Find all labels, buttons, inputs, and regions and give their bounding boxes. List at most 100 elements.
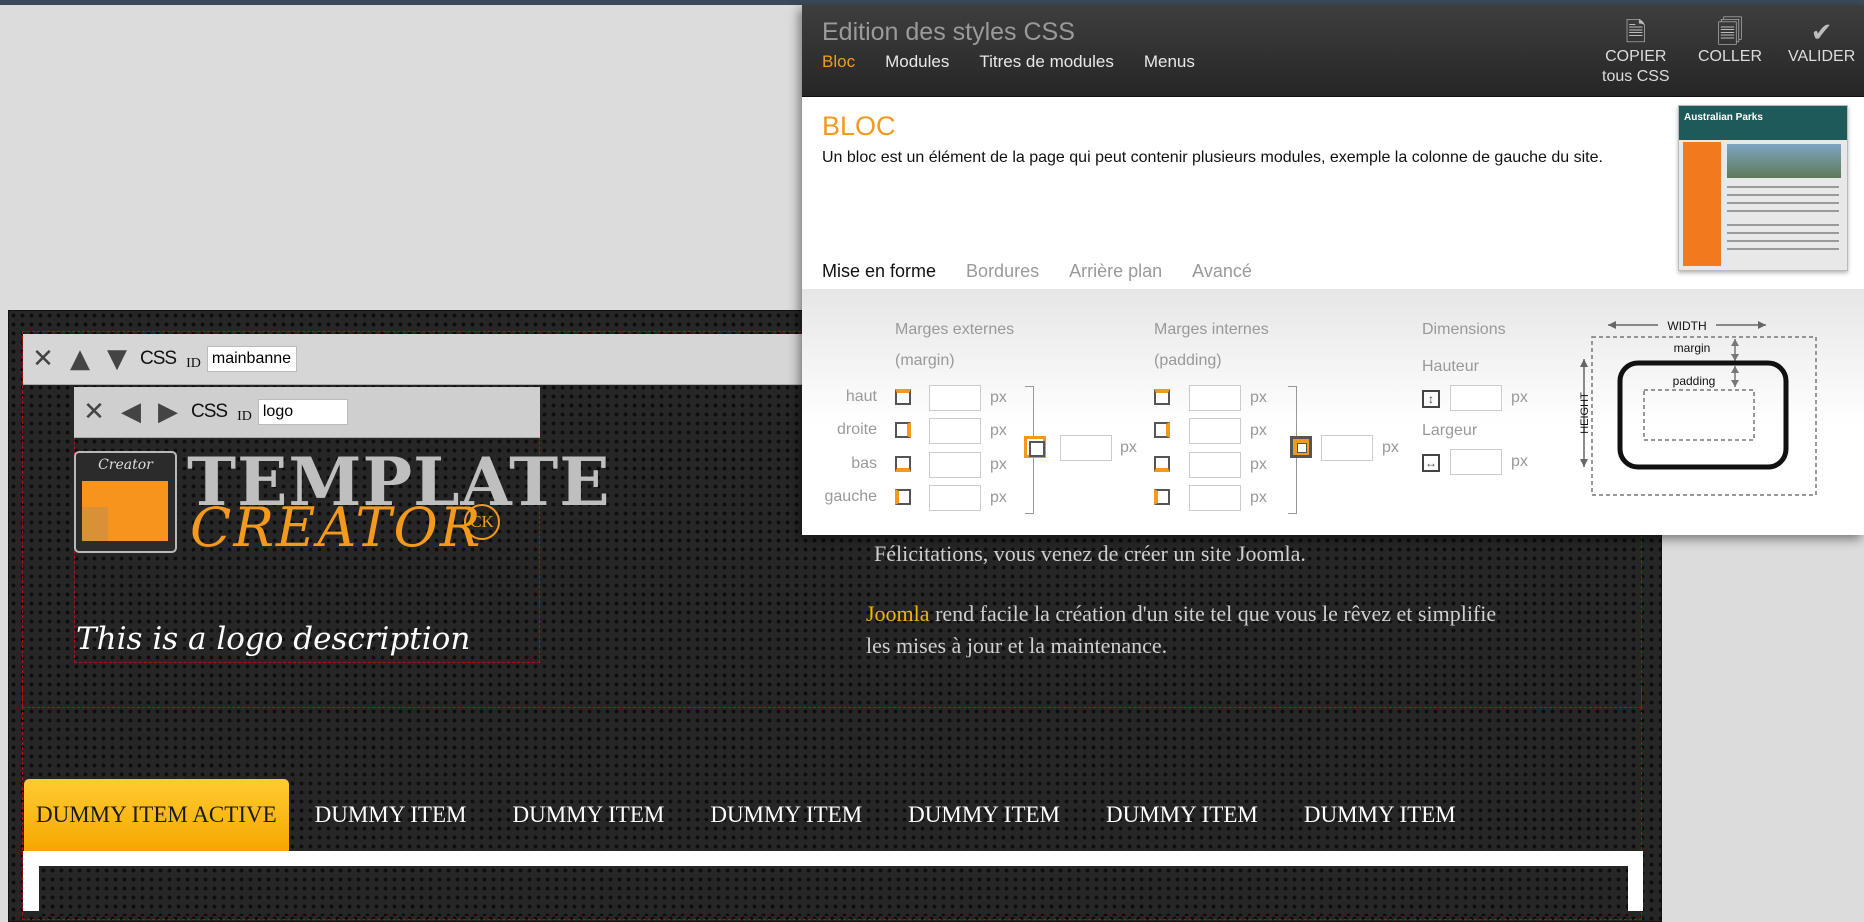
diagram-padding-label: padding [1673,374,1716,388]
diagram-width-label: WIDTH [1667,319,1706,333]
unit-label: px [1511,453,1528,470]
padding-right-input[interactable] [1189,418,1241,444]
unit-label: px [1382,439,1399,456]
delete-icon[interactable]: ✕ [77,391,111,433]
dimensions-title: Dimensions [1422,321,1506,338]
margin-title: Marges externes [895,321,1015,338]
padding-top-input[interactable] [1189,385,1241,411]
subtab-borders[interactable]: Bordures [966,261,1039,282]
margin-bottom-input[interactable] [929,452,981,478]
side-label-right: droite [836,421,877,438]
margin-top-icon [895,389,911,405]
padding-bottom-input[interactable] [1189,452,1241,478]
margin-bottom-icon [895,456,911,472]
menu-item[interactable]: DUMMY ITEM [295,779,487,851]
tab-menus[interactable]: Menus [1144,52,1195,72]
width-input[interactable] [1450,449,1502,475]
padding-title: Marges internes [1154,321,1269,338]
unit-label: px [1511,389,1528,406]
logo-badge-image: Creator [74,451,177,553]
welcome-paragraph: Joomla rend facile la création d'un site… [866,601,1497,658]
css-button[interactable]: CSS [134,348,182,370]
margin-left-icon [895,489,911,505]
style-subtabs: Mise en forme Bordures Arrière plan Avan… [822,261,1282,282]
subtab-layout[interactable]: Mise en forme [822,261,936,282]
padding-subtitle: (padding) [1154,352,1222,369]
padding-top-icon [1154,389,1170,405]
tab-modules[interactable]: Modules [885,52,949,72]
unit-label: px [1250,389,1267,406]
margin-right-input[interactable] [929,418,981,444]
unit-label: px [1250,456,1267,473]
delete-icon[interactable]: ✕ [26,338,60,380]
margin-all-icon [1024,436,1046,458]
side-label-top: haut [845,388,877,405]
margin-top-input[interactable] [929,385,981,411]
section-title: BLOC [822,111,896,141]
arrow-right-icon[interactable]: ▶ [151,391,185,433]
logo-id-input[interactable] [257,399,348,425]
main-menu: DUMMY ITEM ACTIVE DUMMY ITEM DUMMY ITEM … [24,777,1482,852]
menu-item-active[interactable]: DUMMY ITEM ACTIVE [24,778,289,851]
padding-all-input[interactable] [1321,435,1373,461]
margin-subtitle: (margin) [895,352,955,369]
id-label: ID [237,409,252,424]
height-icon: ↕ [1422,390,1440,408]
height-label: Hauteur [1422,358,1479,375]
copy-icon: 🗎 [1625,17,1647,47]
subtab-background[interactable]: Arrière plan [1069,261,1162,282]
copy-all-css-button[interactable]: 🗎 COPIER tous CSS [1602,17,1670,87]
logo-toolbar: ✕ ◀ ▶ CSS ID [74,387,540,438]
welcome-text: Félicitations, vous venez de créer un si… [874,541,1306,566]
padding-left-input[interactable] [1189,485,1241,511]
arrow-up-icon[interactable]: ▲ [63,338,97,380]
css-button[interactable]: CSS [185,401,233,423]
margin-left-input[interactable] [929,485,981,511]
width-label: Largeur [1422,422,1478,439]
diagram-height-label: HEIGHT [1580,392,1591,434]
menu-item[interactable]: DUMMY ITEM [492,779,684,851]
logo-badge-text: Creator [98,457,153,473]
side-label-left: gauche [824,488,878,505]
side-label-bottom: bas [851,455,877,472]
box-model-diagram: WIDTH margin padding HEIGHT [1580,319,1817,496]
preview-thumbnail: Australian Parks [1678,105,1848,271]
section-description: Un bloc est un élément de la page qui pe… [822,149,1603,166]
arrow-down-icon[interactable]: ▼ [100,338,134,380]
tab-module-titles[interactable]: Titres de modules [979,52,1113,72]
logo-ck-badge: CK [464,504,500,540]
unit-label: px [990,422,1007,439]
unit-label: px [1250,489,1267,506]
diagram-margin-label: margin [1674,341,1711,355]
paste-icon: 🗐 [1717,17,1743,47]
banner-id-input[interactable] [206,346,297,372]
padding-bottom-icon [1154,456,1170,472]
validate-button[interactable]: ✔ VALIDER [1788,17,1855,67]
menu-item[interactable]: DUMMY ITEM [1086,779,1278,851]
margin-right-icon [895,422,911,438]
unit-label: px [1250,422,1267,439]
margin-all-input[interactable] [1060,435,1112,461]
menu-item[interactable]: DUMMY ITEM [888,779,1080,851]
width-icon: ↔ [1422,454,1440,472]
joomla-link[interactable]: Joomla [866,601,930,626]
padding-right-icon [1154,422,1170,438]
logo-description: This is a logo description [76,621,471,657]
paste-button[interactable]: 🗐 COLLER [1698,17,1762,67]
panel-title: Edition des styles CSS [822,18,1075,46]
padding-left-icon [1154,489,1170,505]
height-input[interactable] [1450,385,1502,411]
arrow-left-icon[interactable]: ◀ [114,391,148,433]
tab-bloc[interactable]: Bloc [822,52,855,72]
logo-word-creator: CREATOR [190,496,483,559]
unit-label: px [990,389,1007,406]
padding-all-icon [1290,436,1312,458]
css-editor-panel: Edition des styles CSS Bloc Modules Titr… [802,5,1864,535]
unit-label: px [1120,439,1137,456]
unit-label: px [990,489,1007,506]
panel-header: Edition des styles CSS Bloc Modules Titr… [802,5,1864,97]
preview-site-title: Australian Parks [1684,112,1763,123]
subtab-advanced[interactable]: Avancé [1192,261,1252,282]
menu-item[interactable]: DUMMY ITEM [1284,779,1476,851]
menu-item[interactable]: DUMMY ITEM [690,779,882,851]
